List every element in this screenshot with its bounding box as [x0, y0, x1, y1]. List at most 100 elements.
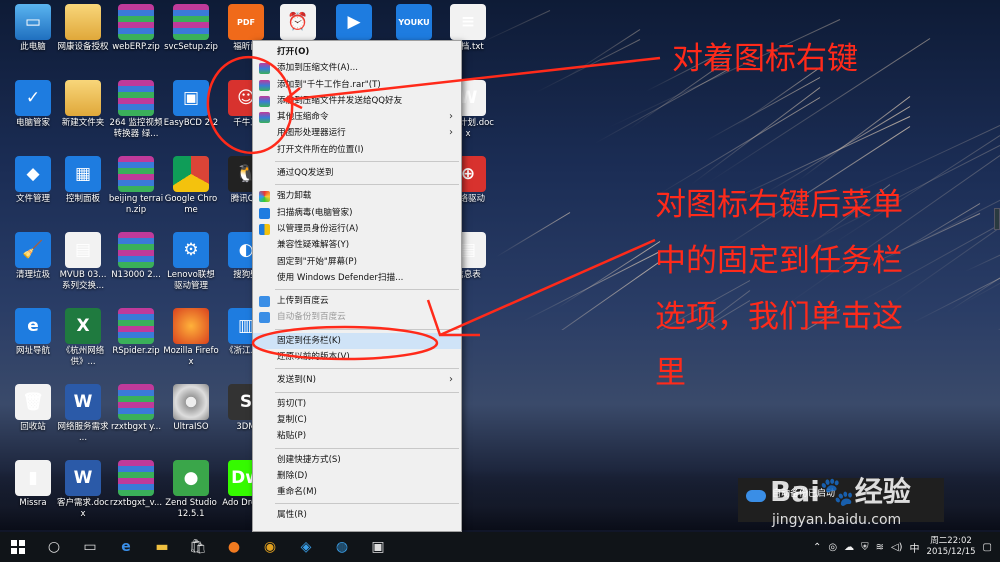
menu-item[interactable]: 兼容性疑难解答(Y) — [253, 237, 461, 253]
app-icon — [118, 156, 154, 192]
desktop-icon[interactable]: 🗑 回收站 — [5, 384, 61, 433]
menu-item[interactable]: 打开(O) — [253, 44, 461, 60]
notifications-icon[interactable]: ▢ — [983, 542, 992, 553]
desktop-icon[interactable]: UltraISO — [163, 384, 219, 433]
menu-separator — [275, 184, 459, 186]
desktop-icon[interactable]: rzxtbgxt_v... — [108, 460, 164, 509]
menu-item-label: 创建快捷方式(S) — [277, 454, 341, 465]
app-icon — [65, 80, 101, 116]
desktop-icon[interactable]: W 客户需求.docx — [55, 460, 111, 520]
desktop-icon[interactable]: ▭ 此电脑 — [5, 4, 61, 53]
desktop-icon[interactable]: ⏰ — [270, 4, 326, 42]
desktop-icon[interactable]: 🧹 清理垃圾 — [5, 232, 61, 281]
ime-indicator[interactable]: 中 — [910, 540, 920, 555]
taskbar-app-3[interactable]: ▣ — [360, 532, 396, 562]
desktop-icon[interactable]: ▦ 控制面板 — [55, 156, 111, 205]
menu-item[interactable]: 使用 Windows Defender扫描... — [253, 270, 461, 286]
desktop-icon[interactable]: X 《杭州网络供》... — [55, 308, 111, 368]
desktop-icon[interactable]: ▤ MVUB 03... 系列交换... — [55, 232, 111, 292]
desktop-icon[interactable]: Mozilla Firefox — [163, 308, 219, 368]
desktop-icon[interactable]: beijing terrain.zip — [108, 156, 164, 216]
taskbar-app-2[interactable]: ◍ — [324, 532, 360, 562]
cloud-icon — [746, 490, 766, 502]
menu-item[interactable]: 自动备份到百度云 — [253, 309, 461, 325]
annotation-label-1: 对着图标右键 — [672, 41, 858, 77]
app-icon: ▣ — [173, 80, 209, 116]
menu-item[interactable]: 添加到压缩文件(A)... — [253, 60, 461, 76]
desktop-icon[interactable]: RSpider.zip — [108, 308, 164, 357]
menu-item[interactable]: 通过QQ发送到 — [253, 165, 461, 181]
taskbar-explorer[interactable]: ▬ — [144, 532, 180, 562]
wifi-icon[interactable]: ≋ — [876, 542, 884, 553]
menu-item[interactable]: 剪切(T) — [253, 396, 461, 412]
desktop-icon[interactable]: rzxtbgxt y... — [108, 384, 164, 433]
menu-item[interactable]: 用图形处理器运行 › — [253, 125, 461, 141]
taskbar-chrome[interactable]: ◉ — [252, 532, 288, 562]
app-icon: ◍ — [335, 539, 349, 555]
desktop-icon-label: EasyBCD 2.2 — [163, 118, 219, 128]
menu-item[interactable]: 以管理员身份运行(A) — [253, 221, 461, 237]
desktop-icon[interactable]: Google Chrome — [163, 156, 219, 216]
star-streak — [496, 212, 571, 258]
menu-item[interactable]: 还原以前的版本(V) — [253, 349, 461, 365]
desktop-icon[interactable]: ▣ EasyBCD 2.2 — [163, 80, 219, 129]
shield-tray-icon[interactable]: ⛨ — [861, 542, 869, 553]
desktop-icon[interactable]: 新建文件夹 — [55, 80, 111, 129]
menu-item[interactable]: 上传到百度云 — [253, 293, 461, 309]
menu-item[interactable]: 删除(D) — [253, 468, 461, 484]
annotation-line: 对图标右键后菜单 — [655, 187, 903, 223]
taskbar-store[interactable]: 🛍 — [180, 532, 216, 562]
desktop-icon[interactable]: 264 监控视频转换器 绿... — [108, 80, 164, 140]
app-icon: X — [65, 308, 101, 344]
desktop-icon[interactable]: webERP.zip — [108, 4, 164, 53]
menu-item[interactable]: 固定到"开始"屏幕(P) — [253, 254, 461, 270]
menu-item[interactable]: 添加到"千牛工作台.rar"(T) — [253, 77, 461, 93]
taskbar-app-1[interactable]: ◈ — [288, 532, 324, 562]
app-icon — [118, 232, 154, 268]
desktop-icon[interactable]: ✓ 电脑管家 — [5, 80, 61, 129]
menu-item[interactable]: 创建快捷方式(S) — [253, 452, 461, 468]
desktop-icon-label: 控制面板 — [65, 194, 100, 204]
folder-icon: ▬ — [155, 539, 169, 555]
desktop-icon[interactable]: W 网络服务需求 ... — [55, 384, 111, 444]
paw-icon: 🐾 — [819, 475, 855, 508]
desktop-icon[interactable]: 网康设备授权 — [55, 4, 111, 53]
menu-item[interactable]: 属性(R) — [253, 507, 461, 523]
desktop-icon[interactable]: ⚙ Lenovo联想驱动管理 — [163, 232, 219, 292]
taskbar-edge[interactable]: e — [108, 532, 144, 562]
menu-item[interactable]: 粘贴(P) — [253, 428, 461, 444]
edge-handle[interactable] — [994, 208, 1000, 230]
menu-item[interactable]: 添加到压缩文件并发送给QQ好友 — [253, 93, 461, 109]
desktop-icon[interactable]: ▮ Missra — [5, 460, 61, 509]
app-icon: 🗑 — [15, 384, 51, 420]
search-button[interactable]: ○ — [36, 532, 72, 562]
desktop-icon[interactable]: e 网址导航 — [5, 308, 61, 357]
menu-item[interactable]: 打开文件所在的位置(I) — [253, 142, 461, 158]
qq-tray-icon[interactable]: ◎ — [828, 542, 837, 553]
desktop-icon[interactable]: ▶ — [326, 4, 382, 42]
menu-item[interactable]: 重命名(M) — [253, 484, 461, 500]
clock[interactable]: 周二22:02 2015/12/15 — [927, 536, 976, 558]
menu-item[interactable]: 强力卸载 — [253, 188, 461, 204]
app-icon: ⚙ — [173, 232, 209, 268]
menu-item[interactable]: 固定到任务栏(K) — [253, 332, 461, 350]
desktop-icon[interactable]: YOUKU — [386, 4, 442, 42]
menu-item[interactable]: 扫描病毒(电脑管家) — [253, 205, 461, 221]
desktop-icon[interactable]: ◆ 文件管理 — [5, 156, 61, 205]
desktop-icon[interactable]: N13000 2... — [108, 232, 164, 281]
task-view-button[interactable]: ▭ — [72, 532, 108, 562]
volume-icon[interactable]: ◁) — [891, 542, 903, 553]
desktop-icon[interactable]: svcSetup.zip — [163, 4, 219, 53]
menu-item[interactable]: 其他压缩命令 › — [253, 109, 461, 125]
menu-item[interactable]: 发送到(N) › — [253, 372, 461, 388]
chevron-up-icon[interactable]: ⌃ — [813, 542, 821, 553]
cloud-tray-icon[interactable]: ☁ — [844, 542, 854, 553]
app-icon — [173, 4, 209, 40]
app-icon — [65, 4, 101, 40]
desktop-icon[interactable]: ● Zend Studio 12.5.1 — [163, 460, 219, 520]
menu-item[interactable]: 复制(C) — [253, 412, 461, 428]
taskbar-firefox[interactable]: ● — [216, 532, 252, 562]
desktop-icon-label: 新建文件夹 — [61, 118, 105, 128]
app-icon — [173, 156, 209, 192]
start-button[interactable] — [0, 532, 36, 562]
